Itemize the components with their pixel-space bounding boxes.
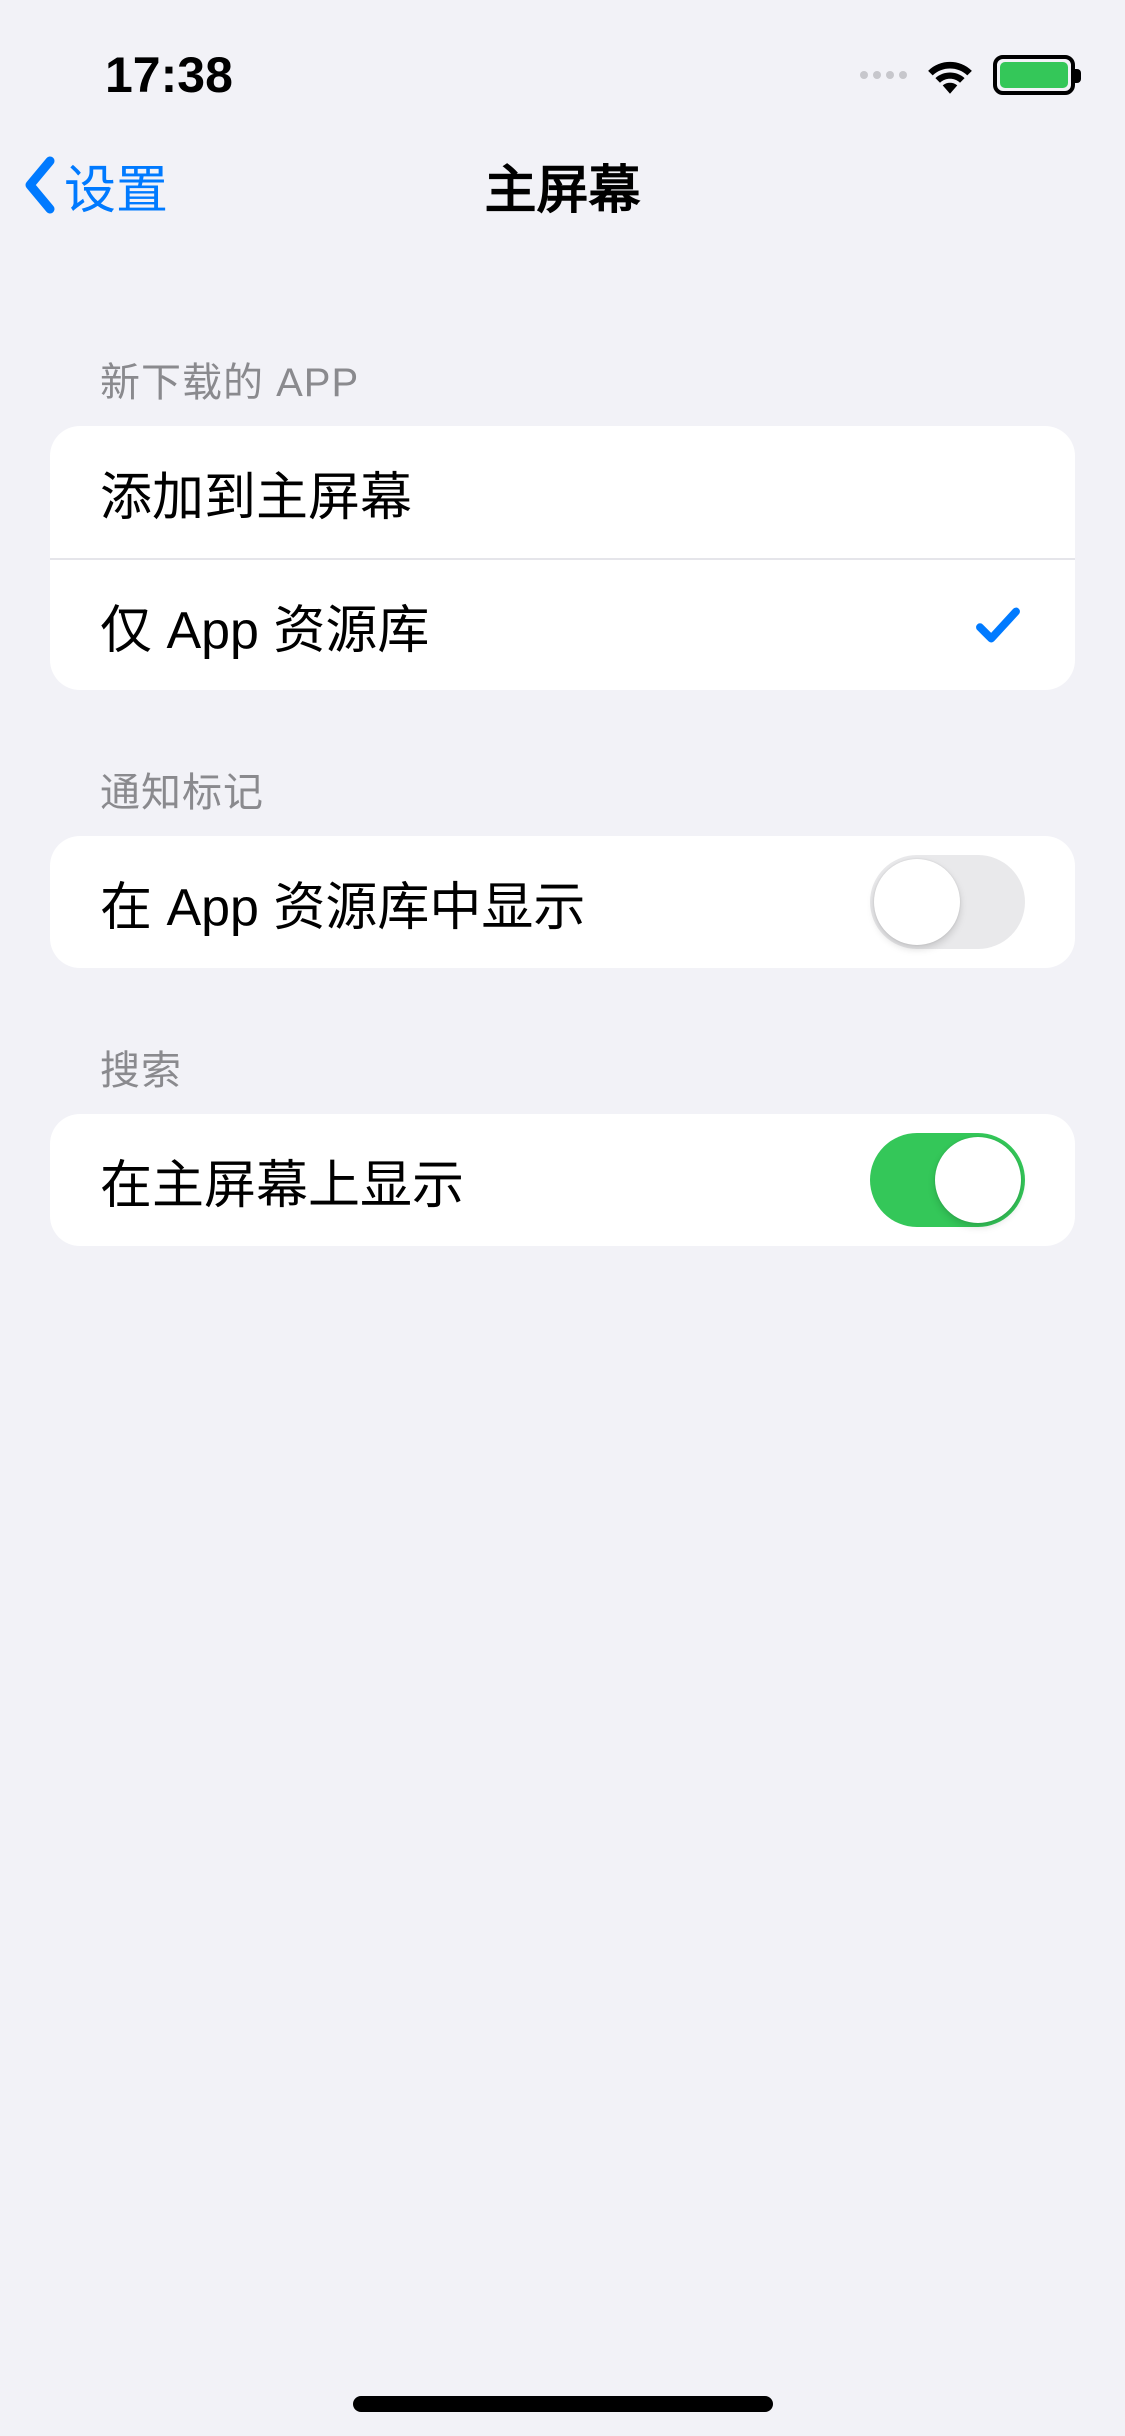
wifi-icon — [925, 56, 975, 94]
status-bar: 17:38 — [0, 0, 1125, 120]
row-show-in-app-library: 在 App 资源库中显示 — [50, 836, 1075, 968]
checkmark-icon — [971, 598, 1025, 652]
option-add-to-home[interactable]: 添加到主屏幕 — [50, 426, 1075, 558]
option-label: 添加到主屏幕 — [100, 455, 412, 530]
status-time: 17:38 — [50, 46, 233, 104]
back-label: 设置 — [64, 148, 168, 223]
toggle-label: 在主屏幕上显示 — [100, 1143, 464, 1218]
page-title: 主屏幕 — [484, 148, 640, 223]
chevron-left-icon — [20, 155, 60, 215]
battery-icon — [993, 55, 1075, 95]
home-indicator[interactable] — [353, 2396, 773, 2412]
navigation-bar: 设置 主屏幕 — [0, 120, 1125, 250]
group-badges: 在 App 资源库中显示 — [50, 836, 1075, 968]
section-header-search: 搜索 — [0, 968, 1125, 1114]
toggle-show-on-home[interactable] — [870, 1133, 1025, 1227]
group-new-apps: 添加到主屏幕 仅 App 资源库 — [50, 426, 1075, 690]
option-label: 仅 App 资源库 — [100, 588, 429, 663]
option-app-library-only[interactable]: 仅 App 资源库 — [50, 558, 1075, 690]
section-header-new-apps: 新下载的 APP — [0, 250, 1125, 426]
toggle-show-in-app-library[interactable] — [870, 855, 1025, 949]
row-show-on-home: 在主屏幕上显示 — [50, 1114, 1075, 1246]
cellular-dots-icon — [860, 71, 907, 79]
section-header-badges: 通知标记 — [0, 690, 1125, 836]
toggle-label: 在 App 资源库中显示 — [100, 865, 585, 940]
back-button[interactable]: 设置 — [20, 148, 168, 223]
status-right — [860, 55, 1075, 95]
group-search: 在主屏幕上显示 — [50, 1114, 1075, 1246]
